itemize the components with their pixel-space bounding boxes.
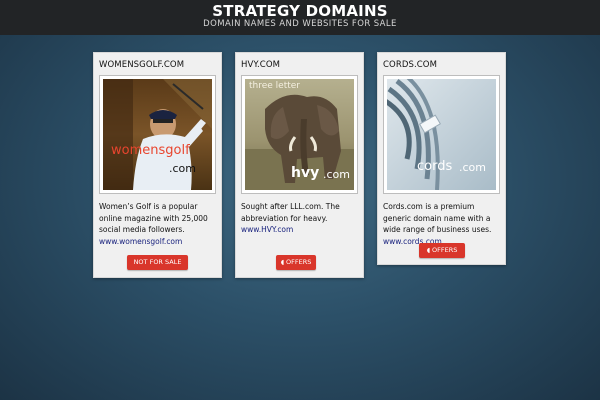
cords-logo-suffix: .com (459, 161, 486, 174)
offers-button[interactable]: ◖ OFFERS (419, 243, 465, 258)
domain-card-cords: CORDS.COM cords .com Cords.com is a prem… (377, 52, 506, 265)
domain-link[interactable]: www.HVY.com (241, 225, 293, 234)
description-text: Women’s Golf is a popular online magazin… (99, 202, 208, 234)
cords-image[interactable]: cords .com (387, 79, 496, 190)
domain-link[interactable]: www.womensgolf.com (99, 237, 182, 246)
offers-button[interactable]: ◖ OFFERS (276, 255, 316, 270)
site-header: STRATEGY DOMAINS DOMAIN NAMES AND WEBSIT… (0, 0, 600, 35)
domain-card-womensgolf: WOMENSGOLF.COM womensgolf .com Women’s G… (93, 52, 222, 278)
card-title[interactable]: HVY.COM (241, 60, 280, 70)
button-label: OFFERS (286, 258, 312, 266)
card-title[interactable]: CORDS.COM (383, 60, 437, 70)
hvy-logo-suffix: .com (323, 168, 350, 181)
button-label: NOT FOR SALE (133, 258, 182, 266)
domain-image-frame[interactable]: cords .com (383, 75, 500, 194)
button-label: OFFERS (432, 246, 458, 254)
card-description: Sought after LLL.com. The abbreviation f… (241, 201, 361, 236)
domain-image-frame[interactable]: three letter hvy .com (241, 75, 358, 194)
card-title[interactable]: WOMENSGOLF.COM (99, 60, 184, 70)
golfer-image[interactable]: womensgolf .com (103, 79, 212, 190)
site-tagline: DOMAIN NAMES AND WEBSITES FOR SALE (203, 19, 397, 29)
card-description: Women’s Golf is a popular online magazin… (99, 201, 219, 247)
cords-logo-text: cords (417, 159, 453, 174)
description-text: Sought after LLL.com. The abbreviation f… (241, 202, 340, 223)
hvy-logo-text: hvy (291, 165, 320, 181)
tag-icon: ◖ (280, 258, 285, 266)
card-description: Cords.com is a premium generic domain na… (383, 201, 503, 247)
womensgolf-logo-text: womensgolf (111, 143, 190, 158)
womensgolf-logo-suffix: .com (169, 162, 196, 175)
tag-icon: ◖ (426, 246, 431, 254)
not-for-sale-button[interactable]: NOT FOR SALE (127, 255, 188, 270)
domain-image-frame[interactable]: womensgolf .com (99, 75, 216, 194)
description-text: Cords.com is a premium generic domain na… (383, 202, 492, 234)
site-title[interactable]: STRATEGY DOMAINS (0, 2, 600, 20)
three-letter-text: three letter (249, 81, 301, 91)
elephant-image[interactable]: three letter hvy .com (245, 79, 354, 190)
domain-card-hvy: HVY.COM three letter hvy .com Sought aft… (235, 52, 364, 278)
